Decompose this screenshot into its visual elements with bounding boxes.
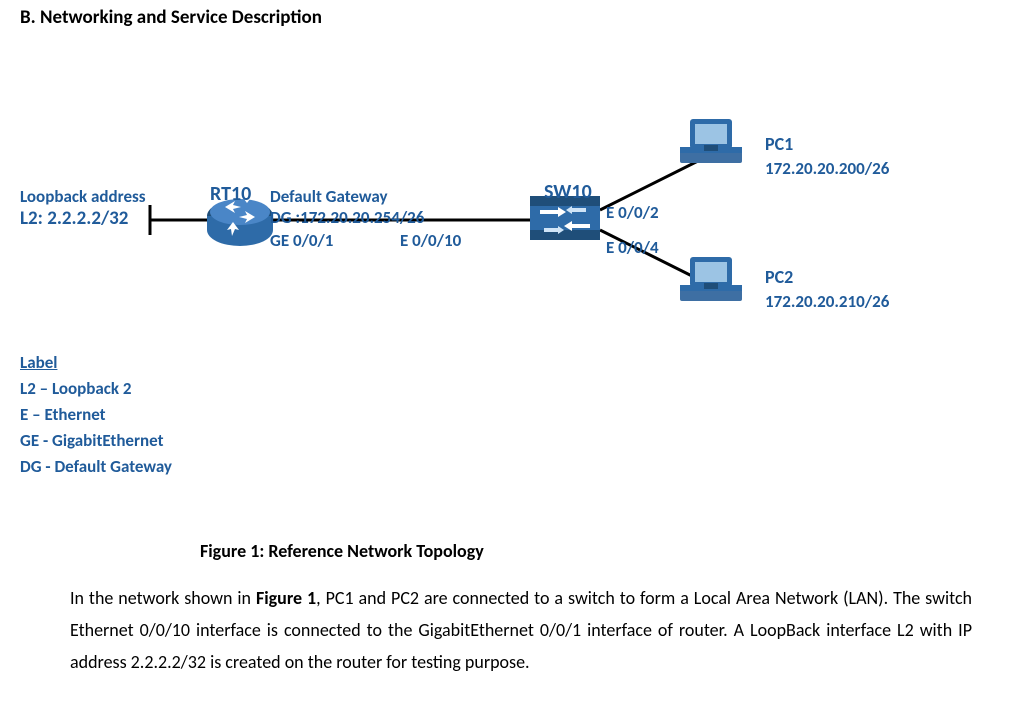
- figure-number: Figure 1: [200, 540, 259, 562]
- switch-port-pc2: E 0/0/4: [606, 237, 659, 258]
- pc1-ip: 172.20.20.200/26: [765, 158, 889, 179]
- legend-line-1: L2 – Loopback 2: [20, 378, 132, 399]
- router-name: RT10: [210, 182, 251, 206]
- description-paragraph: In the network shown in Figure 1, PC1 an…: [70, 582, 972, 678]
- legend-line-2: E – Ethernet: [20, 404, 106, 425]
- default-gateway-block: Default Gateway DG :172.20.20.254/26: [270, 186, 424, 228]
- legend-line-4: DG - Default Gateway: [20, 456, 172, 477]
- pc2-block: PC2 172.20.20.210/26: [765, 265, 889, 314]
- loopback-value: L2: 2.2.2.2/32: [20, 207, 128, 230]
- pc2-ip: 172.20.20.210/26: [765, 291, 889, 312]
- dg-value: DG :172.20.20.254/26: [270, 207, 424, 228]
- pc1-block: PC1 172.20.20.200/26: [765, 132, 889, 181]
- para-part1: In the network shown in: [70, 587, 256, 609]
- switch-name: SW10: [544, 180, 592, 204]
- legend-block: Label L2 – Loopback 2 E – Ethernet GE - …: [20, 350, 172, 480]
- legend-line-3: GE - GigabitEthernet: [20, 430, 164, 451]
- pc2-icon: [680, 257, 742, 301]
- switch-port-pc1: E 0/0/2: [606, 202, 659, 223]
- ge-port-label: GE 0/0/1: [270, 230, 333, 251]
- pc2-name: PC2: [765, 266, 793, 288]
- legend-heading: Label: [20, 352, 57, 373]
- loopback-label-block: Loopback address L2: 2.2.2.2/32: [20, 186, 146, 230]
- dg-label: Default Gateway: [270, 186, 388, 207]
- loopback-label: Loopback address: [20, 186, 146, 207]
- pc1-icon: [680, 119, 742, 163]
- figure-title: : Reference Network Topology: [259, 540, 483, 562]
- figure-caption: Figure 1: Reference Network Topology: [200, 540, 484, 562]
- switch-uplink-port-label: E 0/0/10: [400, 230, 461, 251]
- pc1-name: PC1: [765, 133, 793, 155]
- switch-ports-block: E 0/0/2 E 0/0/4: [606, 195, 659, 265]
- para-figure-ref: Figure 1: [256, 587, 316, 609]
